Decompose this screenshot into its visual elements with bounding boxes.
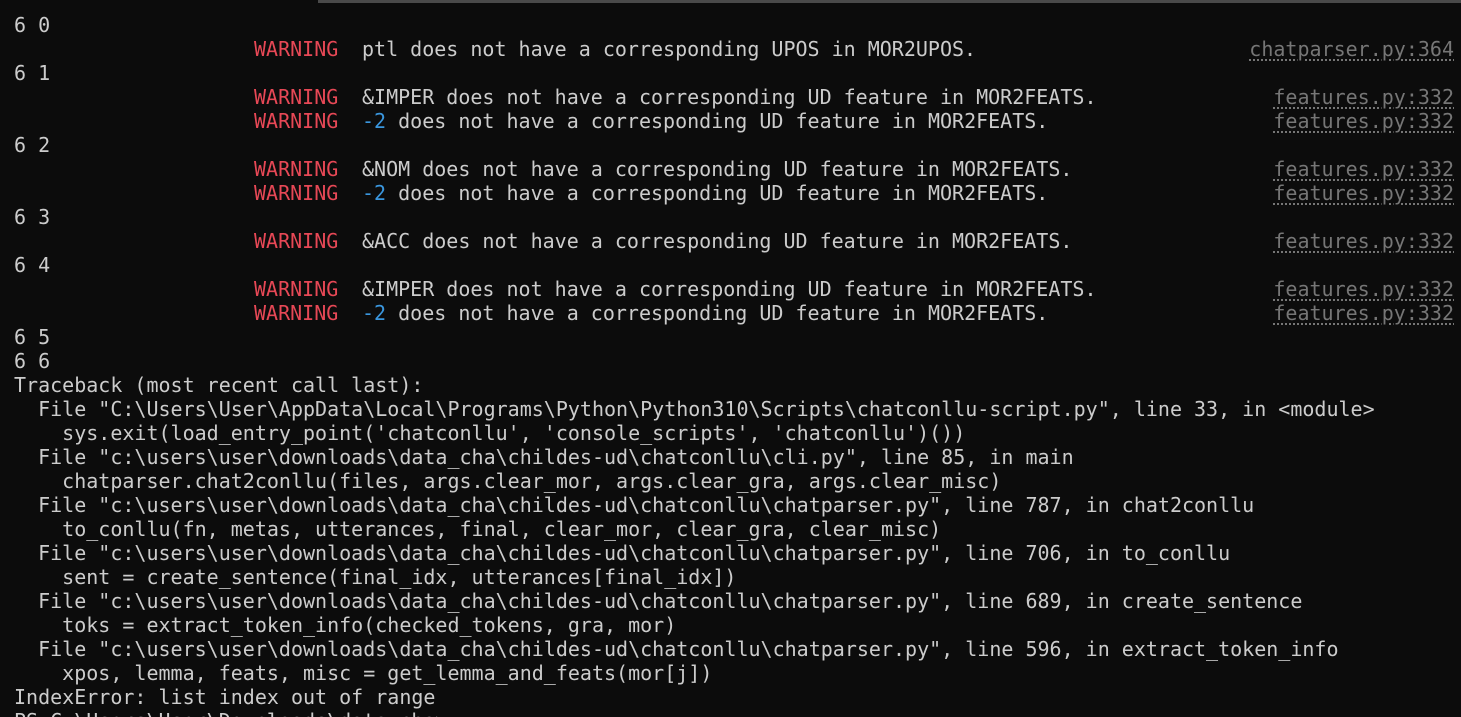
output-line: 6 1 — [14, 61, 51, 85]
output-line: File "c:\users\user\downloads\data_cha\c… — [14, 637, 1339, 661]
log-token: -2 — [362, 181, 387, 205]
log-warning-line: WARNING &ACC does not have a correspondin… — [14, 229, 1454, 253]
source-location-link[interactable]: features.py:332 — [1273, 229, 1454, 253]
output-line: sys.exit(load_entry_point('chatconllu', … — [14, 421, 966, 445]
source-location-link[interactable]: features.py:332 — [1273, 85, 1454, 109]
output-line: xpos, lemma, feats, misc = get_lemma_and… — [14, 661, 713, 685]
output-line: 6 4 — [14, 253, 51, 277]
output-line: IndexError: list index out of range — [14, 685, 436, 709]
log-message-text: does not have a corresponding UD feature… — [410, 229, 1073, 253]
log-warning-line: WARNING -2 does not have a corresponding … — [14, 109, 1454, 133]
log-warning-line: WARNING -2 does not have a corresponding … — [14, 301, 1454, 325]
log-level-label: WARNING — [254, 181, 339, 205]
output-line: File "c:\users\user\downloads\data_cha\c… — [14, 445, 1074, 469]
source-location-link[interactable]: features.py:332 — [1273, 157, 1454, 181]
log-warning-line: WARNING &IMPER does not have a correspond… — [14, 277, 1454, 301]
output-line: File "c:\users\user\downloads\data_cha\c… — [14, 589, 1303, 613]
output-line: 6 0 — [14, 13, 51, 37]
log-token: ptl — [362, 37, 399, 61]
log-level-label: WARNING — [254, 277, 339, 301]
source-location-link[interactable]: features.py:332 — [1273, 277, 1454, 301]
log-level-label: WARNING — [254, 85, 339, 109]
log-message: -2 does not have a corresponding UD feat… — [362, 181, 1048, 205]
log-warning-line: WARNING -2 does not have a corresponding … — [14, 181, 1454, 205]
output-line: Traceback (most recent call last): — [14, 373, 424, 397]
terminal-output: 6 0 WARNING ptl does not have a correspond… — [14, 13, 1454, 717]
output-line: sent = create_sentence(final_idx, uttera… — [14, 565, 737, 589]
log-message-text: does not have a corresponding UD feature… — [410, 157, 1073, 181]
log-message-text: does not have a corresponding UD feature… — [434, 277, 1097, 301]
output-line: File "c:\users\user\downloads\data_cha\c… — [14, 493, 1255, 517]
log-message-text: does not have a corresponding UD feature… — [434, 85, 1097, 109]
source-location-link[interactable]: features.py:332 — [1273, 181, 1454, 205]
log-token: &IMPER — [362, 85, 435, 109]
log-message: &IMPER does not have a corresponding UD … — [362, 85, 1097, 109]
log-token: -2 — [362, 301, 387, 325]
log-level-label: WARNING — [254, 229, 339, 253]
source-location-link[interactable]: chatparser.py:364 — [1249, 37, 1454, 61]
log-message: -2 does not have a corresponding UD feat… — [362, 301, 1048, 325]
log-token: &NOM — [362, 157, 411, 181]
source-location-link[interactable]: features.py:332 — [1273, 109, 1454, 133]
output-line: File "c:\users\user\downloads\data_cha\c… — [14, 541, 1231, 565]
log-message: ptl does not have a corresponding UPOS i… — [362, 37, 976, 61]
log-message: &IMPER does not have a corresponding UD … — [362, 277, 1097, 301]
log-warning-line: WARNING ptl does not have a corresponding… — [14, 37, 1454, 61]
output-line: File "C:\Users\User\AppData\Local\Progra… — [14, 397, 1375, 421]
log-level-label: WARNING — [254, 301, 339, 325]
output-line: toks = extract_token_info(checked_tokens… — [14, 613, 677, 637]
log-level-label: WARNING — [254, 37, 339, 61]
log-token: -2 — [362, 109, 387, 133]
log-message: -2 does not have a corresponding UD feat… — [362, 109, 1048, 133]
output-line: 6 6 — [14, 349, 51, 373]
source-location-link[interactable]: features.py:332 — [1273, 301, 1454, 325]
log-warning-line: WARNING &NOM does not have a correspondin… — [14, 157, 1454, 181]
output-line: 6 3 — [14, 205, 51, 229]
log-level-label: WARNING — [254, 109, 339, 133]
log-token: &ACC — [362, 229, 411, 253]
log-warning-line: WARNING &IMPER does not have a correspond… — [14, 85, 1454, 109]
output-line: to_conllu(fn, metas, utterances, final, … — [14, 517, 942, 541]
log-level-label: WARNING — [254, 157, 339, 181]
log-message-text: does not have a corresponding UD feature… — [386, 109, 1049, 133]
log-message-text: does not have a corresponding UPOS in MO… — [398, 37, 977, 61]
output-line: 6 5 — [14, 325, 51, 349]
log-message: &NOM does not have a corresponding UD fe… — [362, 157, 1072, 181]
horizontal-scrollbar-thumb[interactable] — [318, 0, 1461, 3]
output-line: chatparser.chat2conllu(files, args.clear… — [14, 469, 1002, 493]
log-message-text: does not have a corresponding UD feature… — [386, 181, 1049, 205]
shell-prompt: PS C:\Users\User\Downloads\data_cha> — [14, 709, 1454, 717]
log-token: &IMPER — [362, 277, 435, 301]
log-message: &ACC does not have a corresponding UD fe… — [362, 229, 1072, 253]
output-line: 6 2 — [14, 133, 51, 157]
terminal-window[interactable]: 6 0 WARNING ptl does not have a correspond… — [0, 0, 1461, 717]
log-message-text: does not have a corresponding UD feature… — [386, 301, 1049, 325]
